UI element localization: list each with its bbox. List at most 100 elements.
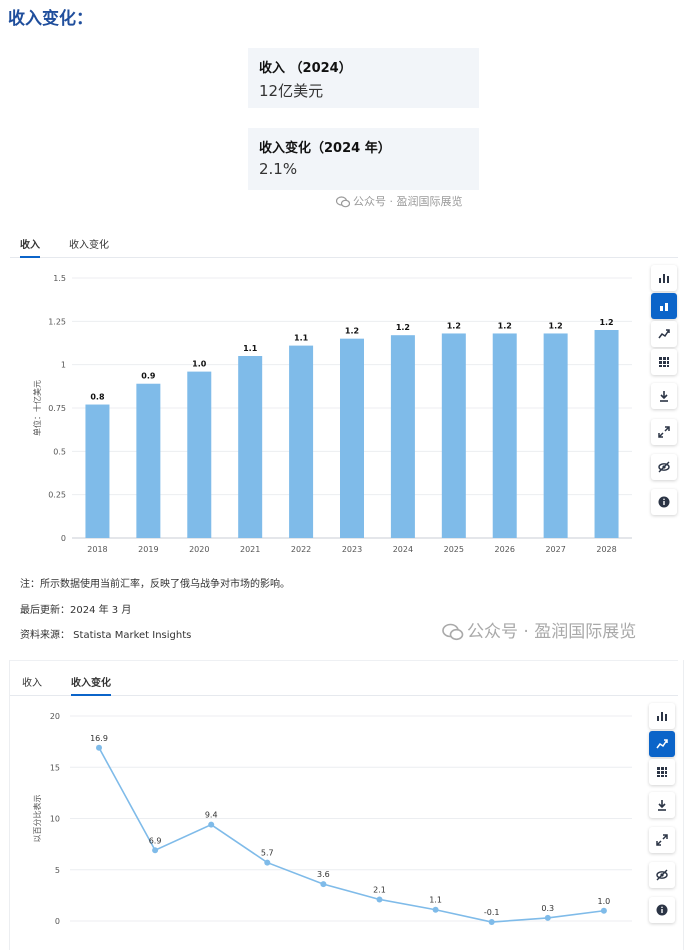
tabs-bottom: 收入 收入变化 [10,670,678,696]
data-label: 1.1 [294,334,309,343]
y-tick-label: 5 [55,866,60,875]
data-point[interactable] [208,821,215,828]
bar-chart-button[interactable] [651,265,677,291]
bar[interactable] [289,345,314,538]
bar-chart-button[interactable] [649,703,675,729]
data-source: 资料来源： Statista Market Insights [20,630,192,641]
line-chart-button[interactable] [649,731,675,757]
watermark-big: 公众号 · 盈润国际展览 [442,617,636,642]
bar-chart-alt-button[interactable] [651,293,677,319]
bar[interactable] [492,333,517,538]
y-tick-label: 20 [50,712,60,721]
data-point[interactable] [488,919,495,926]
x-tick-label: 2018 [87,545,107,554]
info-icon [656,904,668,916]
tab-active-indicator [20,256,40,258]
section-divider [10,660,678,661]
download-button[interactable] [651,383,677,409]
x-tick-label: 2019 [138,545,158,554]
table-icon [657,767,667,777]
data-point[interactable] [376,896,383,903]
bar[interactable] [594,330,619,538]
y-axis-label: 以百分比表示 [32,795,42,843]
bar[interactable] [85,404,110,538]
bar[interactable] [187,371,212,538]
kpi-change-label: 收入变化（2024 年） [259,141,391,156]
data-label: 6.9 [149,836,162,845]
table-button[interactable] [649,759,675,785]
data-label: -0.1 [484,908,500,917]
x-tick-label: 2025 [444,545,464,554]
chart-note: 注：所示数据使用当前汇率，反映了俄乌战争对市场的影响。 [20,579,290,590]
revenue-change-chart-svg: 0 5 10 15 20 以百分比表示 16.9 6.9 9.4 5.7 3.6 2.1 1.1 -0.1… [32,712,632,926]
bar-chart-alt-icon [660,303,668,311]
revenue-chart: 0 0.25 0.5 0.75 1 1.25 1.5 单位：十亿美元 0.8 2018 0.9 201… [10,262,640,562]
bar[interactable] [340,338,364,538]
x-tick-label: 2027 [545,545,565,554]
data-label: 2.1 [373,885,386,894]
y-tick-label: 1 [61,361,66,370]
download-icon [658,800,666,811]
data-point[interactable] [600,907,607,914]
y-tick-label: 10 [50,815,60,824]
data-label: 1.2 [345,327,359,336]
kpi-revenue-value: 12亿美元 [259,82,324,100]
panel-border-right [683,660,684,950]
hide-button[interactable] [651,454,677,480]
x-tick-label: 2021 [240,545,260,554]
y-tick-label: 0.5 [53,447,66,456]
data-label: 9.4 [205,811,218,820]
data-label: 1.1 [243,344,258,353]
data-label: 1.0 [598,897,611,906]
series-line [98,747,605,923]
y-tick-label: 0.25 [48,491,66,500]
data-point[interactable] [152,847,159,854]
data-point[interactable] [320,881,327,888]
expand-icon [658,426,670,438]
page-heading: 收入变化： [8,9,93,29]
tab-revenue-label: 收入 [22,678,42,689]
tab-revenue[interactable]: 收入 [20,236,40,258]
tab-revenue-label: 收入 [20,240,40,251]
tab-revenue[interactable]: 收入 [22,674,42,695]
data-point[interactable] [544,914,551,921]
line-chart-icon [658,329,670,339]
x-tick-label: 2022 [291,545,311,554]
tab-revenue-change[interactable]: 收入变化 [71,674,111,696]
hide-button[interactable] [649,862,675,888]
bar[interactable] [136,383,161,538]
bar[interactable] [238,356,263,538]
info-icon [658,496,670,508]
expand-icon [656,834,668,846]
wechat-icon [442,623,464,641]
tab-active-indicator [71,694,111,696]
data-label: 0.9 [141,372,156,381]
bar[interactable] [543,333,568,538]
x-tick-label: 2024 [393,545,413,554]
tabs-top: 收入 收入变化 [10,232,678,258]
expand-button[interactable] [649,827,675,853]
data-point[interactable] [264,859,271,866]
expand-button[interactable] [651,419,677,445]
watermark-small-text: 公众号 · 盈润国际展览 [353,195,463,208]
data-point[interactable] [432,906,439,913]
bar-chart-icon [659,274,669,283]
bar[interactable] [441,333,466,538]
bar[interactable] [390,335,415,538]
data-label: 3.6 [317,870,330,879]
hide-icon [658,461,670,473]
download-button[interactable] [649,792,675,818]
data-point[interactable] [96,744,102,751]
data-label: 1.2 [498,321,512,330]
download-icon [660,391,668,402]
line-chart-button[interactable] [651,321,677,347]
info-button[interactable] [651,489,677,515]
info-button[interactable] [649,897,675,923]
data-label: 16.9 [90,734,108,743]
x-tick-label: 2023 [342,545,362,554]
data-label: 1.2 [599,318,613,327]
data-label: 0.3 [541,904,554,913]
table-button[interactable] [651,349,677,375]
tab-revenue-change[interactable]: 收入变化 [69,236,109,257]
table-icon [659,357,669,367]
